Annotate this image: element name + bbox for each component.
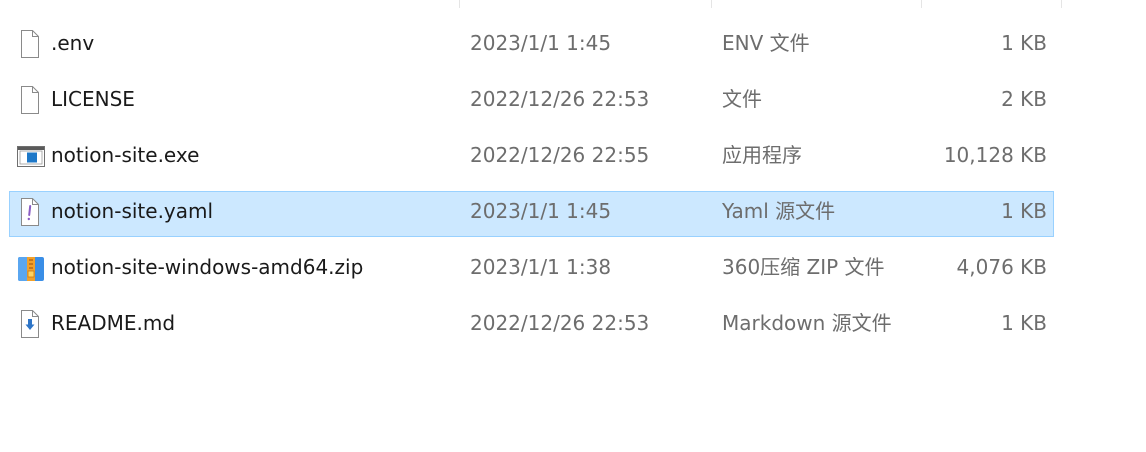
file-size: 10,128 KB xyxy=(943,143,1047,167)
zip-archive-icon xyxy=(17,253,44,283)
file-date-modified: 2023/1/1 1:45 xyxy=(470,31,612,55)
file-name[interactable]: LICENSE xyxy=(51,86,135,112)
file-name[interactable]: notion-site.yaml xyxy=(51,198,213,224)
file-row[interactable]: LICENSE 2022/12/26 22:53 文件 2 KB xyxy=(0,71,1146,127)
file-row[interactable]: notion-site.exe 2022/12/26 22:55 应用程序 10… xyxy=(0,127,1146,183)
column-divider[interactable] xyxy=(459,0,460,8)
column-divider[interactable] xyxy=(921,0,922,8)
file-date-modified: 2023/1/1 1:45 xyxy=(470,199,612,223)
file-row[interactable]: .env 2023/1/1 1:45 ENV 文件 1 KB xyxy=(0,15,1146,71)
file-date-modified: 2022/12/26 22:53 xyxy=(470,87,650,111)
file-date-modified: 2023/1/1 1:38 xyxy=(470,255,612,279)
file-name[interactable]: README.md xyxy=(51,310,175,336)
markdown-file-icon xyxy=(17,309,43,339)
file-type: Markdown 源文件 xyxy=(722,311,892,335)
file-date-modified: 2022/12/26 22:53 xyxy=(470,311,650,335)
file-row[interactable]: README.md 2022/12/26 22:53 Markdown 源文件 … xyxy=(0,295,1146,351)
file-type: 文件 xyxy=(722,87,762,111)
file-list: .env 2023/1/1 1:45 ENV 文件 1 KB LICENSE 2… xyxy=(0,15,1146,351)
file-type: 360压缩 ZIP 文件 xyxy=(722,255,885,279)
file-size: 1 KB xyxy=(1001,31,1047,55)
column-divider[interactable] xyxy=(711,0,712,8)
exe-file-icon xyxy=(17,141,45,171)
file-name[interactable]: .env xyxy=(51,30,94,56)
file-size: 4,076 KB xyxy=(956,255,1047,279)
file-size: 2 KB xyxy=(1001,87,1047,111)
blank-file-icon xyxy=(17,85,43,115)
file-size: 1 KB xyxy=(1001,199,1047,223)
column-divider[interactable] xyxy=(1061,0,1062,8)
file-name[interactable]: notion-site.exe xyxy=(51,142,199,168)
yaml-file-icon xyxy=(17,197,43,227)
file-date-modified: 2022/12/26 22:55 xyxy=(470,143,650,167)
file-row[interactable]: notion-site.yaml 2023/1/1 1:45 Yaml 源文件 … xyxy=(0,183,1146,239)
file-name[interactable]: notion-site-windows-amd64.zip xyxy=(51,254,363,280)
file-row[interactable]: notion-site-windows-amd64.zip 2023/1/1 1… xyxy=(0,239,1146,295)
file-type: ENV 文件 xyxy=(722,31,810,55)
file-type: 应用程序 xyxy=(722,143,802,167)
file-type: Yaml 源文件 xyxy=(722,199,836,223)
file-size: 1 KB xyxy=(1001,311,1047,335)
blank-file-icon xyxy=(17,29,43,59)
